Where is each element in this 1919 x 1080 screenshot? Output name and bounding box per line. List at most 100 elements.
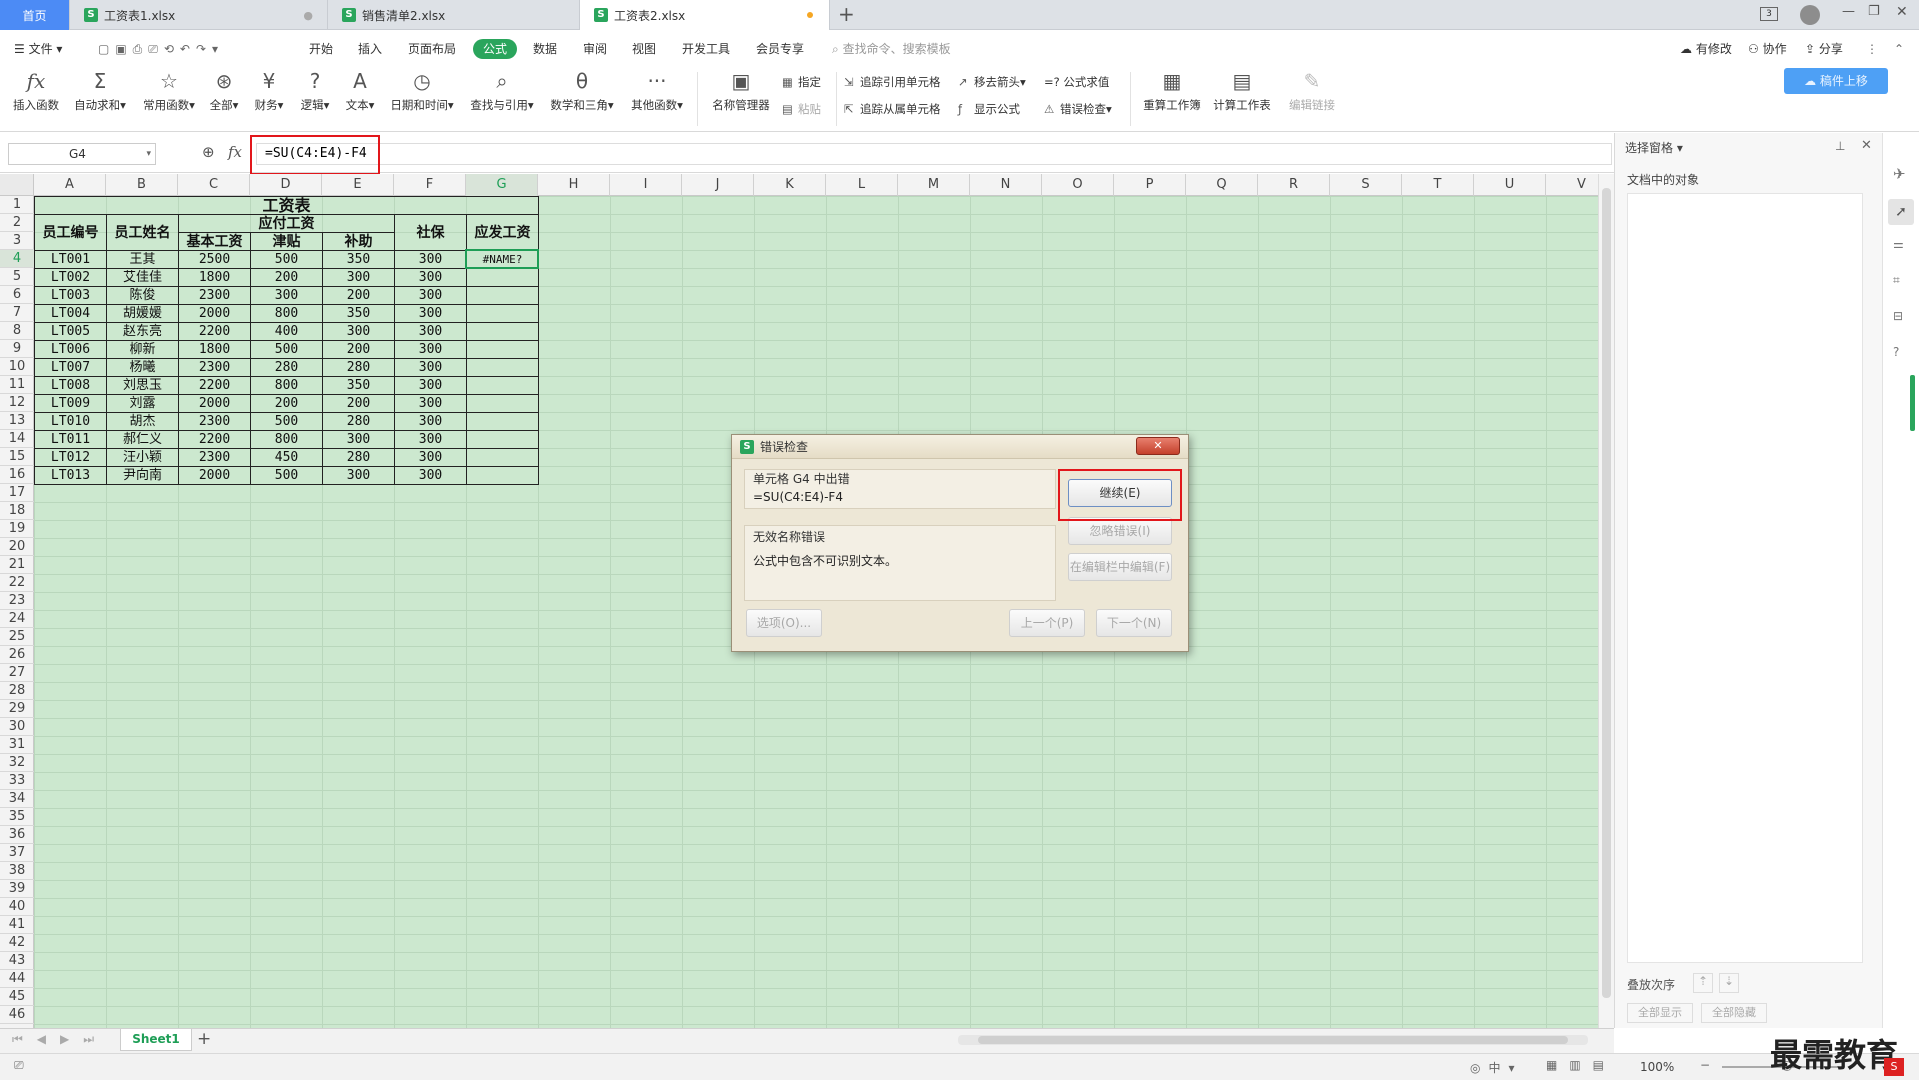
row-header[interactable]: 36 <box>0 826 34 844</box>
table-cell[interactable]: 2200 <box>178 322 251 341</box>
table-cell[interactable]: 300 <box>394 376 467 395</box>
table-cell[interactable]: 500 <box>250 250 323 269</box>
briefcase-icon[interactable]: ⊟ <box>1893 309 1903 323</box>
row-header[interactable]: 24 <box>0 610 34 628</box>
table-cell[interactable] <box>466 322 539 341</box>
column-header[interactable]: S <box>1330 174 1402 196</box>
trace-dependents-button[interactable]: ⇱ 追踪从属单元格 <box>844 101 941 117</box>
table-cell[interactable]: 尹向南 <box>106 466 179 485</box>
view-mode-icons[interactable]: ▦▥▤ <box>1546 1058 1616 1072</box>
hide-all-button[interactable]: 全部隐藏 <box>1701 1003 1767 1023</box>
header-employee-id[interactable]: 员工编号 <box>34 214 107 251</box>
header-payable[interactable]: 应付工资 <box>178 214 395 233</box>
table-cell[interactable] <box>466 268 539 287</box>
row-header[interactable]: 15 <box>0 448 34 466</box>
column-header[interactable]: I <box>610 174 682 196</box>
row-header[interactable]: 29 <box>0 700 34 718</box>
column-header[interactable]: U <box>1474 174 1546 196</box>
table-cell[interactable]: 800 <box>250 430 323 449</box>
table-cell[interactable]: 刘思玉 <box>106 376 179 395</box>
window-count-badge[interactable]: 3 <box>1760 7 1778 21</box>
table-cell[interactable]: 350 <box>322 250 395 269</box>
row-header[interactable]: 46 <box>0 1006 34 1024</box>
table-cell[interactable]: 300 <box>394 412 467 431</box>
table-cell[interactable] <box>466 412 539 431</box>
table-cell[interactable]: 2200 <box>178 376 251 395</box>
table-cell[interactable]: 280 <box>250 358 323 377</box>
table-cell[interactable]: 280 <box>322 358 395 377</box>
row-header[interactable]: 20 <box>0 538 34 556</box>
close-icon[interactable]: ✕ <box>1896 4 1908 20</box>
table-cell[interactable]: 300 <box>250 286 323 305</box>
table-cell[interactable]: 刘露 <box>106 394 179 413</box>
wand-icon[interactable]: ✈ <box>1893 165 1906 183</box>
table-cell[interactable] <box>466 358 539 377</box>
table-cell[interactable]: 2000 <box>178 466 251 485</box>
table-cell[interactable] <box>466 430 539 449</box>
table-cell[interactable]: LT005 <box>34 322 107 341</box>
table-cell[interactable]: 2300 <box>178 412 251 431</box>
row-header[interactable]: 45 <box>0 988 34 1006</box>
table-cell[interactable]: 2200 <box>178 430 251 449</box>
table-cell[interactable]: 赵东亮 <box>106 322 179 341</box>
table-cell[interactable]: 800 <box>250 304 323 323</box>
settings-sliders-icon[interactable]: ⚌ <box>1893 237 1904 251</box>
table-cell[interactable]: 300 <box>394 268 467 287</box>
row-header[interactable]: 5 <box>0 268 34 286</box>
table-cell[interactable]: LT001 <box>34 250 107 269</box>
name-box[interactable]: G4 ▾ <box>8 143 156 165</box>
column-header[interactable]: L <box>826 174 898 196</box>
table-cell[interactable] <box>466 340 539 359</box>
previous-button[interactable]: 上一个(P) <box>1009 609 1085 637</box>
table-cell[interactable]: 300 <box>322 466 395 485</box>
table-cell[interactable]: 500 <box>250 340 323 359</box>
active-cell-g4[interactable] <box>465 249 539 269</box>
table-cell[interactable]: 胡杰 <box>106 412 179 431</box>
vertical-scrollbar[interactable] <box>1598 174 1614 1028</box>
column-header[interactable]: Q <box>1186 174 1258 196</box>
table-cell[interactable]: 280 <box>322 448 395 467</box>
table-cell[interactable]: 2000 <box>178 394 251 413</box>
row-header[interactable]: 1 <box>0 196 34 214</box>
sheet-nav-arrows[interactable]: ⏮◀▶⏭ <box>12 1032 108 1047</box>
column-header[interactable]: N <box>970 174 1042 196</box>
search-box[interactable]: ⌕ 查找命令、搜索模板 <box>832 39 951 59</box>
table-cell[interactable]: 200 <box>322 286 395 305</box>
sheet-tab-sheet1[interactable]: Sheet1 <box>120 1029 192 1051</box>
column-header[interactable]: T <box>1402 174 1474 196</box>
row-header[interactable]: 10 <box>0 358 34 376</box>
row-header[interactable]: 31 <box>0 736 34 754</box>
quick-access-toolbar[interactable]: ▢▣⎙⎚⟲↶↷▾ <box>98 39 224 59</box>
table-cell[interactable]: 350 <box>322 304 395 323</box>
row-header[interactable]: 43 <box>0 952 34 970</box>
table-cell[interactable]: LT002 <box>34 268 107 287</box>
table-cell[interactable]: 艾佳佳 <box>106 268 179 287</box>
row-header[interactable]: 9 <box>0 340 34 358</box>
close-icon[interactable]: ✕ <box>1136 437 1180 455</box>
specify-button[interactable]: ▦ 指定 <box>782 74 821 90</box>
row-header[interactable]: 34 <box>0 790 34 808</box>
table-cell[interactable] <box>466 466 539 485</box>
paste-button[interactable]: ▤ 粘贴 <box>782 101 821 117</box>
formula-input[interactable]: =SU(C4:E4)-F4 <box>256 143 1612 165</box>
financial-button[interactable]: ¥ 财务▾ <box>250 68 288 113</box>
row-header[interactable]: 38 <box>0 862 34 880</box>
menu-start[interactable]: 开始 <box>309 39 333 59</box>
table-cell[interactable]: 2000 <box>178 304 251 323</box>
column-header[interactable]: F <box>394 174 466 196</box>
table-cell[interactable]: 300 <box>394 304 467 323</box>
new-tab-button[interactable]: + <box>838 2 855 26</box>
row-header[interactable]: 26 <box>0 646 34 664</box>
file-menu[interactable]: ☰ 文件 ▾ <box>14 39 62 59</box>
row-header[interactable]: 39 <box>0 880 34 898</box>
row-header[interactable]: 44 <box>0 970 34 988</box>
next-button[interactable]: 下一个(N) <box>1096 609 1172 637</box>
cursor-icon[interactable]: ➚ <box>1888 199 1914 225</box>
table-cell[interactable]: 300 <box>394 430 467 449</box>
tab-file-3[interactable]: S 工资表2.xlsx <box>580 0 830 30</box>
error-check-button[interactable]: ⚠ 错误检查▾ <box>1044 101 1112 117</box>
table-cell[interactable]: 300 <box>322 430 395 449</box>
header-employee-name[interactable]: 员工姓名 <box>106 214 179 251</box>
cloud-upload-button[interactable]: ☁ 稿件上移 <box>1784 68 1888 94</box>
zoom-formula-icon[interactable]: ⊕ <box>202 143 215 161</box>
